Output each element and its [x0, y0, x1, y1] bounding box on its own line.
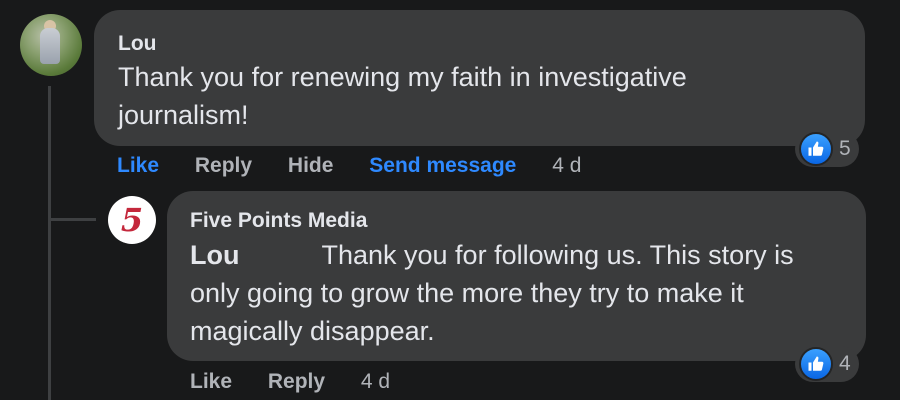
reaction-count: 5 [839, 137, 851, 160]
thumbs-up-icon [799, 132, 833, 166]
reply-button[interactable]: Reply [268, 370, 325, 394]
avatar-logo-glyph: 5 [120, 201, 144, 239]
avatar-lou[interactable] [20, 14, 82, 76]
avatar-figure [40, 28, 60, 64]
hide-button[interactable]: Hide [288, 154, 334, 178]
comment-reaction[interactable]: 5 [795, 131, 859, 167]
like-button[interactable]: Like [190, 370, 232, 394]
comment-actions: Like Reply Hide Send message 4 d [117, 154, 581, 178]
comment-text: Thank you for renewing my faith in inves… [118, 62, 687, 130]
avatar-five-points-media[interactable]: 5 [108, 196, 156, 244]
comment-bubble: Lou Thank you for renewing my faith in i… [94, 10, 865, 146]
reply-timestamp[interactable]: 4 d [361, 370, 390, 394]
reply-bubble: Five Points Media Lou Thank you for follo… [167, 191, 866, 361]
reply-author[interactable]: Five Points Media [190, 209, 367, 233]
reply-button[interactable]: Reply [195, 154, 252, 178]
reply-mention[interactable]: Lou [190, 240, 239, 270]
reply-text: Thank you for following us. This story i… [190, 240, 794, 346]
reply-text-block: Lou Thank you for following us. This stor… [190, 236, 840, 350]
comment-timestamp[interactable]: 4 d [552, 154, 581, 178]
comment-author[interactable]: Lou [118, 32, 156, 56]
reaction-count: 4 [839, 352, 851, 375]
thumbs-up-icon [799, 347, 833, 381]
reply-actions: Like Reply 4 d [190, 370, 390, 394]
thread-line-vertical [48, 86, 51, 400]
thread-line-branch [48, 218, 96, 221]
reply-reaction[interactable]: 4 [795, 346, 859, 382]
send-message-button[interactable]: Send message [369, 154, 516, 178]
like-button[interactable]: Like [117, 154, 159, 178]
